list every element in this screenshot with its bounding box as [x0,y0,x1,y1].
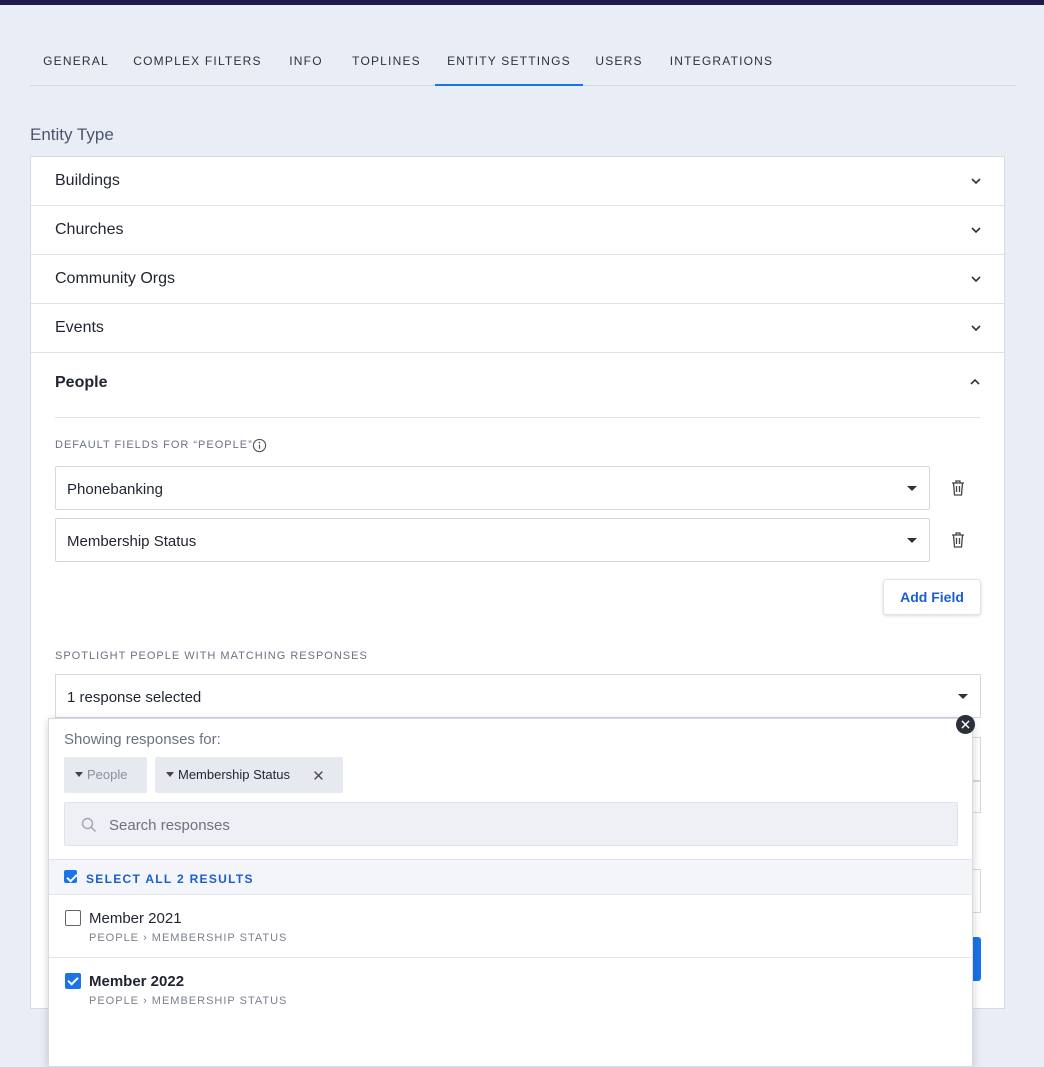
chevron-down-icon [971,276,981,283]
result-checkbox[interactable] [65,910,81,926]
close-dropdown-button[interactable] [956,715,975,734]
accordion-label: Events [55,319,104,336]
tab-integrations[interactable]: INTEGRATIONS [655,42,788,86]
chip-membership-status[interactable]: Membership Status [155,757,343,793]
search-icon [81,817,96,832]
chip-label: Membership Status [178,767,290,782]
select-all-checkbox[interactable] [64,870,77,883]
accordion-buildings[interactable]: Buildings [31,157,1004,206]
accordion-label: Buildings [55,172,120,189]
caret-down-icon [958,694,968,699]
result-path: PEOPLE › MEMBERSHIP STATUS [89,932,288,944]
spotlight-responses-select[interactable]: 1 response selected [55,674,981,718]
select-value: 1 response selected [67,689,202,706]
chevron-up-icon [970,378,980,385]
tab-users[interactable]: USERS [583,42,655,86]
default-fields-label: DEFAULT FIELDS FOR “PEOPLE” [55,439,253,451]
accordion-label: People [55,374,108,391]
caret-down-icon [75,772,83,778]
select-value: Membership Status [67,533,197,550]
result-checkbox[interactable] [65,973,81,989]
tab-toplines[interactable]: TOPLINES [339,42,434,86]
default-field-select[interactable]: Membership Status [55,518,930,562]
info-icon[interactable] [252,438,267,453]
section-title: Entity Type [30,125,114,144]
close-icon [961,720,970,729]
chip-people[interactable]: People [64,757,147,793]
caret-down-icon [907,538,917,543]
accordion-label: Community Orgs [55,270,176,287]
select-all-label[interactable]: SELECT ALL 2 RESULTS [86,872,254,886]
list-item[interactable]: Member 2021 PEOPLE › MEMBERSHIP STATUS [49,895,972,958]
add-field-button[interactable]: Add Field [883,579,981,615]
trash-icon[interactable] [950,531,966,549]
search-input[interactable] [109,813,929,837]
caret-down-icon [907,486,917,491]
caret-down-icon [166,772,174,778]
accordion-events[interactable]: Events [31,304,1004,353]
select-value: Phonebanking [67,481,163,498]
list-item[interactable]: Member 2022 PEOPLE › MEMBERSHIP STATUS [49,958,972,1021]
trash-icon[interactable] [950,479,966,497]
chevron-down-icon [971,325,981,332]
chip-label: People [87,767,128,782]
tab-complex-filters[interactable]: COMPLEX FILTERS [122,42,273,86]
accordion-label: Churches [55,221,124,238]
search-box [64,802,958,846]
accordion-churches[interactable]: Churches [31,206,1004,255]
chevron-down-icon [971,227,981,234]
chevron-down-icon [971,178,981,185]
default-field-select[interactable]: Phonebanking [55,466,930,510]
result-title: Member 2021 [89,910,182,927]
close-icon[interactable] [313,770,324,781]
showing-responses-label: Showing responses for: [64,731,221,748]
tab-entity-settings[interactable]: ENTITY SETTINGS [435,42,583,86]
tab-general[interactable]: GENERAL [30,42,122,86]
spotlight-label: SPOTLIGHT PEOPLE WITH MATCHING RESPONSES [55,650,368,662]
tab-info[interactable]: INFO [273,42,339,86]
select-all-row: SELECT ALL 2 RESULTS [49,859,972,895]
accordion-community-orgs[interactable]: Community Orgs [31,255,1004,304]
accordion-people[interactable]: People [55,353,980,418]
top-bar [0,0,1044,5]
responses-dropdown: Showing responses for: People Membership… [48,718,973,1067]
settings-tabs: GENERAL COMPLEX FILTERS INFO TOPLINES EN… [30,42,1016,86]
result-title: Member 2022 [89,973,185,990]
result-path: PEOPLE › MEMBERSHIP STATUS [89,995,288,1007]
